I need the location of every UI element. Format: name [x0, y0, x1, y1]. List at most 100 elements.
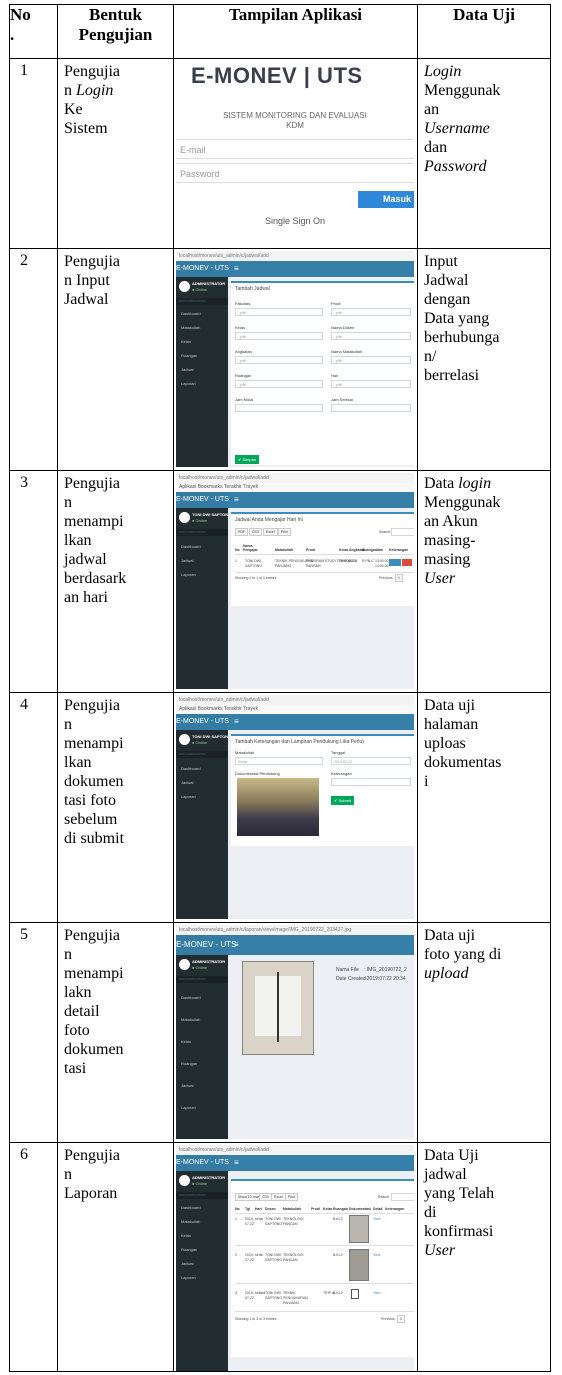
- upload-doc-screenshot: localhost/monev/uts_admin/c/jadwal/add A…: [176, 695, 414, 919]
- test-data: Input Jadwal dengan Data yang berhubunga…: [424, 253, 500, 384]
- doc-thumbnail[interactable]: [349, 1249, 369, 1281]
- sidebar-item-jadwal[interactable]: Jadwal: [181, 367, 193, 372]
- tanggal-input[interactable]: 2019-07-22: [331, 757, 411, 765]
- sidebar-item-jadwal[interactable]: Jadwal: [181, 1261, 193, 1266]
- sidebar-item-dashboard[interactable]: Dashboard: [181, 766, 201, 771]
- view-link[interactable]: View: [373, 1291, 381, 1295]
- dosen-select[interactable]: - pilih -: [331, 332, 411, 340]
- sidebar-item-jadwal[interactable]: Jadwal: [181, 558, 193, 563]
- user-name: TONI DWI SAPTONO: [192, 734, 232, 739]
- kelas-select[interactable]: - pilih -: [235, 332, 323, 340]
- search-input[interactable]: [391, 528, 414, 536]
- table-row: 1 Pengujia n Login Ke Sistem E-MONEV | U…: [9, 58, 551, 249]
- excel-button[interactable]: Excel: [263, 528, 278, 536]
- prodi-select[interactable]: - pilih -: [331, 308, 411, 316]
- admin-logo: E-MONEV - UTS: [176, 492, 229, 508]
- date-created-label: Date Created: [336, 976, 366, 982]
- login-button[interactable]: Masuk: [358, 191, 414, 208]
- sidebar-item-laporan[interactable]: Laporan: [181, 794, 196, 799]
- url-bar: localhost/monev/uts_admin/c/jadwal/add: [176, 1145, 414, 1155]
- doc-thumbnail[interactable]: [351, 1289, 359, 1299]
- user-name: ADMINISTRATOR: [192, 281, 226, 286]
- page-1[interactable]: 1: [397, 1315, 405, 1323]
- test-form: Pengujia n Login Ke Sistem: [64, 63, 120, 137]
- table-row: 2 Pengujia n Input Jadwal localhost/mone…: [9, 248, 551, 471]
- row-number: 6: [20, 1146, 28, 1163]
- sidebar-item-ruangan[interactable]: Ruangan: [181, 1247, 197, 1252]
- test-form: Pengujia n Laporan: [64, 1147, 120, 1202]
- jam-mulai-input[interactable]: [235, 404, 323, 412]
- ruangan-select[interactable]: - pilih -: [235, 380, 323, 388]
- sidebar: TONI DWI SAPTONO ● Online MAIN NAVIGATION…: [176, 730, 232, 919]
- sidebar-item-dashboard[interactable]: Dashboard: [181, 995, 201, 1000]
- delete-button[interactable]: [402, 559, 412, 566]
- avatar: [179, 281, 190, 292]
- print-button[interactable]: Print: [285, 1193, 299, 1201]
- csv-button[interactable]: CSV: [249, 528, 263, 536]
- prev-page[interactable]: Previous: [379, 576, 393, 580]
- sidebar-item-laporan[interactable]: Laporan: [181, 381, 196, 386]
- menu-icon[interactable]: ≡: [234, 261, 239, 277]
- sso-link[interactable]: Single Sign On: [176, 216, 414, 226]
- sidebar-item-ruangan[interactable]: Ruangan: [181, 353, 197, 358]
- report-screenshot: localhost/monev/uts_admin/c/jadwal/add E…: [176, 1145, 414, 1371]
- password-field[interactable]: Password: [176, 163, 414, 183]
- sidebar-item-dashboard[interactable]: Dashboard: [181, 1205, 201, 1210]
- nav-header: MAIN NAVIGATION: [176, 976, 228, 983]
- save-button[interactable]: ✔ Simpan: [235, 455, 260, 464]
- pdf-button[interactable]: PDF: [235, 528, 248, 536]
- sidebar-item-laporan[interactable]: Laporan: [181, 572, 196, 577]
- submit-button[interactable]: ✔ Submit: [331, 796, 354, 805]
- box-title: Tambah Keterangan dan Lampiran Pendukung…: [235, 739, 364, 745]
- bookmarks-bar: Aplikasi Bookmarks Terakhir Trayek: [176, 483, 414, 492]
- view-link[interactable]: View: [373, 1253, 381, 1257]
- doc-thumbnail[interactable]: [349, 1215, 369, 1243]
- row-number: 5: [20, 926, 28, 943]
- menu-icon[interactable]: ≡: [234, 714, 239, 730]
- user-status: ● Online: [192, 518, 208, 523]
- fakultas-select[interactable]: - pilih -: [235, 308, 323, 316]
- sidebar-item-matakuliah[interactable]: Matakuliah: [181, 325, 200, 330]
- sidebar-item-dashboard[interactable]: Dashboard: [181, 311, 201, 316]
- header-form: Bentuk Pengujian: [57, 4, 174, 59]
- search-input[interactable]: [391, 1193, 414, 1201]
- excel-button[interactable]: Excel: [271, 1193, 286, 1201]
- test-data: Data uji foto yang di upload: [424, 927, 502, 982]
- sidebar-item-dashboard[interactable]: Dashboard: [181, 544, 201, 549]
- sidebar-item-laporan[interactable]: Laporan: [181, 1105, 196, 1110]
- matakuliah-input[interactable]: Kimia: [235, 757, 323, 765]
- upload-box: Tambah Keterangan dan Lampiran Pendukung…: [231, 734, 414, 846]
- matakuliah-select[interactable]: - pilih -: [331, 356, 411, 364]
- menu-icon[interactable]: ≡: [234, 492, 239, 508]
- keterangan-input[interactable]: [331, 778, 411, 786]
- view-button[interactable]: [389, 559, 401, 566]
- test-table: No . Bentuk Pengujian Tampilan Aplikasi …: [9, 4, 551, 1372]
- prev-page[interactable]: Previous: [381, 1317, 395, 1321]
- angkatan-select[interactable]: - pilih -: [235, 356, 323, 364]
- uploaded-photo: [242, 961, 314, 1055]
- input-schedule-screenshot: localhost/monev/uts_admin/c/jadwal/add E…: [176, 251, 414, 467]
- page-1[interactable]: 1: [395, 574, 403, 582]
- sidebar-item-kelas[interactable]: Kelas: [181, 339, 191, 344]
- sidebar-item-jadwal[interactable]: Jadwal: [181, 780, 193, 785]
- sidebar-item-matakuliah[interactable]: Matakuliah: [181, 1219, 200, 1224]
- test-form: Pengujia n menampi lkan dokumen tasi fot…: [64, 697, 125, 847]
- menu-icon[interactable]: ≡: [234, 1155, 239, 1171]
- sidebar-item-matakuliah[interactable]: Matakuliah: [181, 1017, 200, 1022]
- view-link[interactable]: View: [373, 1217, 381, 1221]
- sidebar-item-jadwal[interactable]: Jadwal: [181, 1083, 193, 1088]
- admin-logo: E-MONEV - UTS: [176, 714, 229, 730]
- hari-select[interactable]: - pilih -: [331, 380, 411, 388]
- jam-selesai-input[interactable]: [331, 404, 411, 412]
- sidebar-item-kelas[interactable]: Kelas: [181, 1233, 191, 1238]
- sidebar-item-laporan[interactable]: Laporan: [181, 1275, 196, 1280]
- report-box: Show 10 rows CSV Excel Print Search: No …: [231, 1179, 414, 1357]
- search-label: Search:: [378, 1195, 391, 1199]
- nav-header: MAIN NAVIGATION: [176, 529, 228, 536]
- menu-icon[interactable]: ≡: [234, 935, 239, 955]
- user-name: ADMINISTRATOR: [192, 1175, 226, 1180]
- sidebar-item-kelas[interactable]: Kelas: [181, 1039, 191, 1044]
- email-field[interactable]: E-mail: [176, 139, 414, 159]
- sidebar-item-ruangan[interactable]: Ruangan: [181, 1061, 197, 1066]
- print-button[interactable]: Print: [278, 528, 292, 536]
